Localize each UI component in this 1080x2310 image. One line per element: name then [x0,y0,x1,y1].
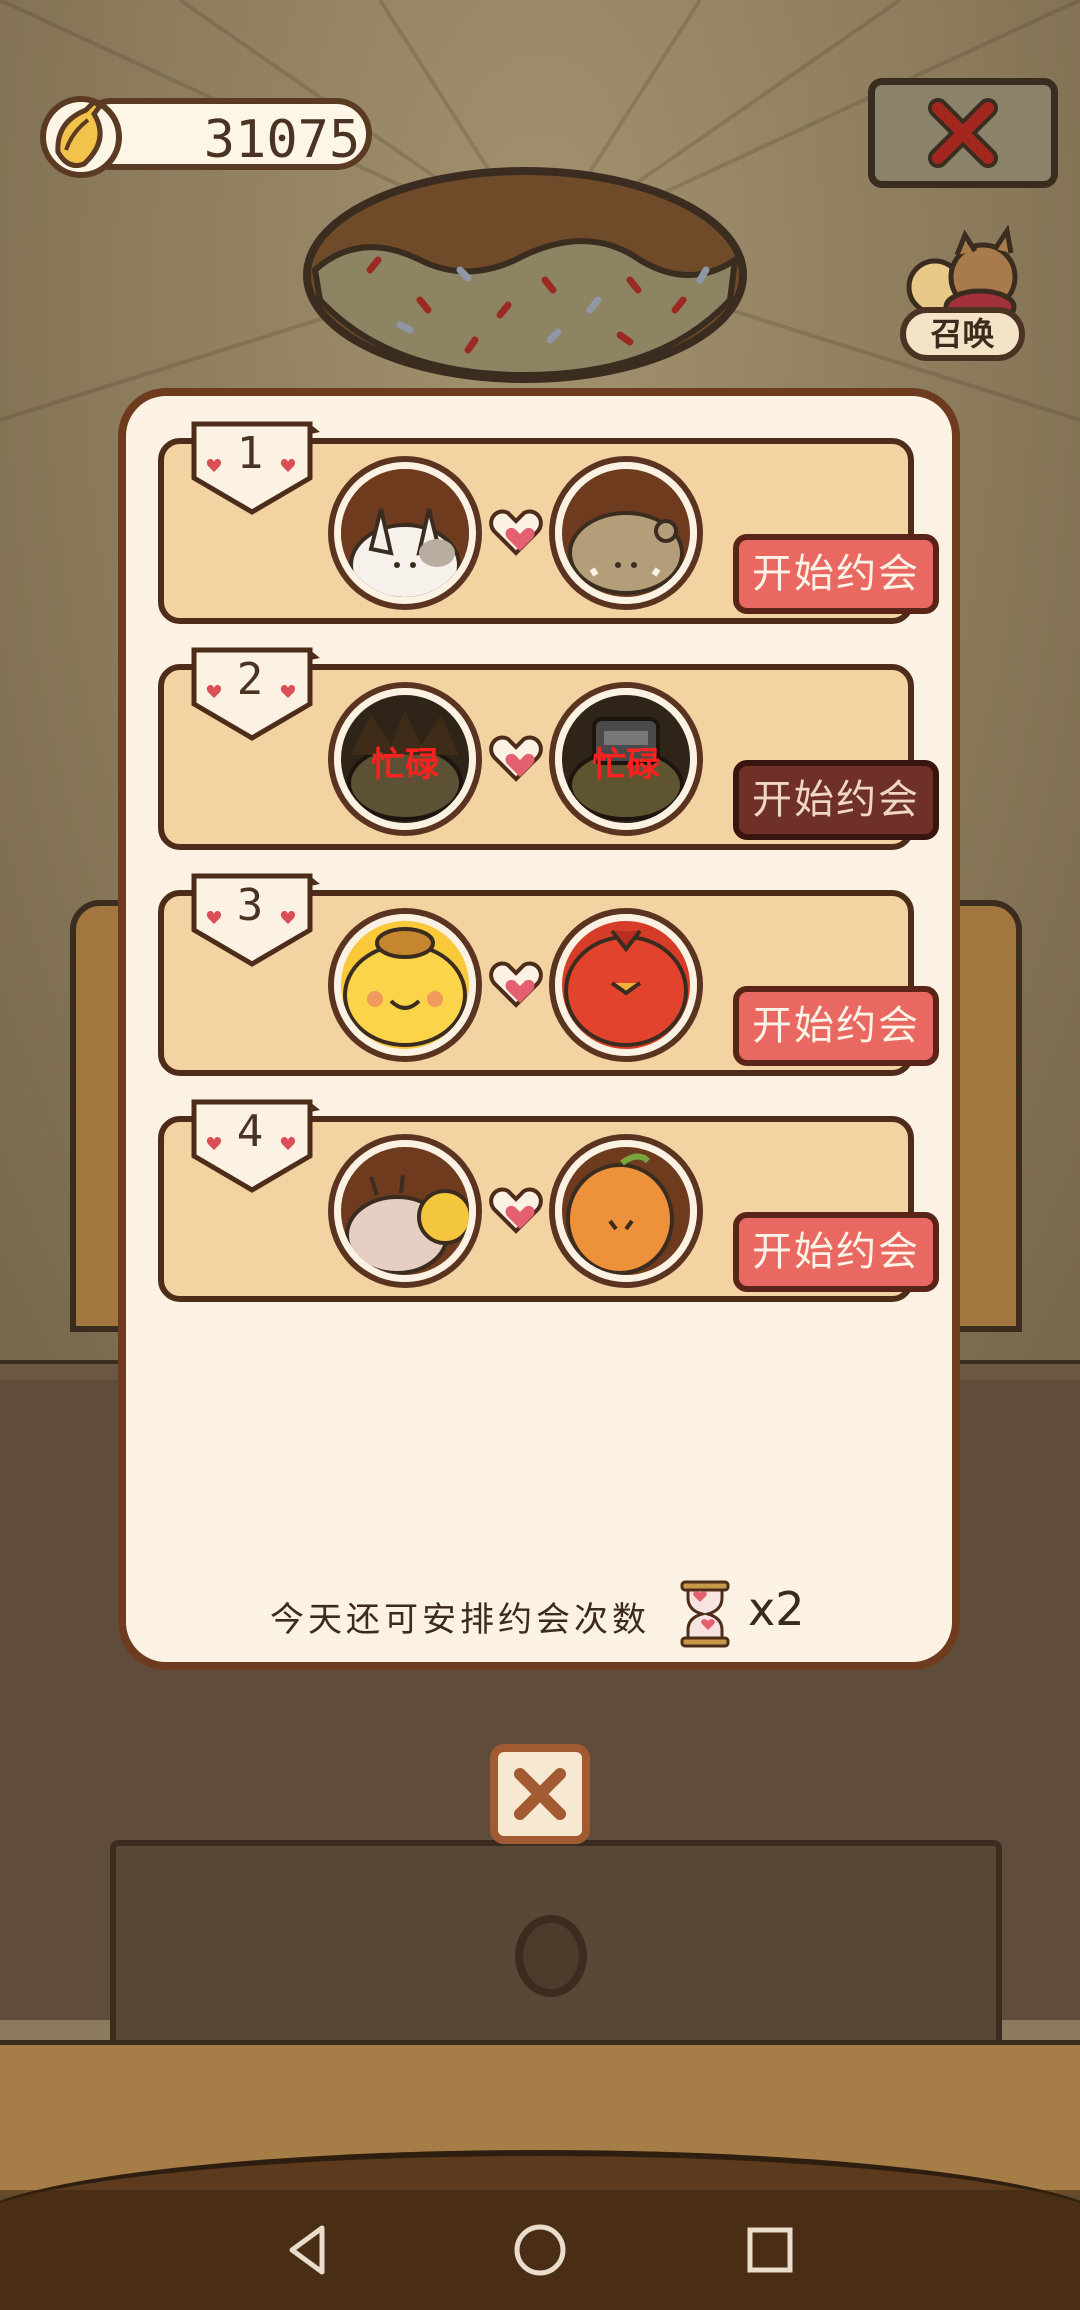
remaining-dates-label: 今天还可安排约会次数 [270,1600,650,1640]
close-icon [514,1768,566,1820]
recent-apps-icon[interactable] [740,2220,800,2280]
remaining-dates-count: x2 [748,1582,805,1636]
start-date-button[interactable]: 开始约会 [733,534,939,614]
brown-blob-character [555,462,697,604]
start-date-button[interactable]: 开始约会 [733,986,939,1066]
drawer-knob [515,1915,587,1997]
banana-count: 31075 [203,110,361,170]
slot-number-badge: 1 [190,420,320,516]
heart-icon [489,1187,543,1234]
summon-label: 召唤 [900,307,1025,361]
banana-counter: 31075 [36,96,376,178]
red-bird-character [555,914,697,1056]
close-icon [928,98,998,168]
slot-number-badge: 3 [190,872,320,968]
slot-number: 2 [236,654,264,705]
close-button[interactable] [868,78,1058,188]
start-date-button[interactable]: 开始约会 [733,1212,939,1292]
slot-number: 4 [236,1106,264,1157]
busy-label: 忙碌 [592,745,660,785]
yellow-chick-character [334,914,476,1056]
summon-button[interactable]: 召唤 [895,225,1030,365]
robot-character: 忙碌 [555,688,697,830]
snail-character [334,1140,476,1282]
start-date-button[interactable]: 开始约会 [733,760,939,840]
orange-fruit-character [555,1140,697,1282]
busy-label: 忙碌 [371,745,439,785]
heart-icon [489,961,543,1008]
heart-icon [489,509,543,556]
white-bunny-character [334,462,476,604]
slot-number-badge: 4 [190,1098,320,1194]
home-icon[interactable] [510,2220,570,2280]
spiky-hair-character: 忙碌 [334,688,476,830]
heart-icon [489,735,543,782]
banana-icon [40,96,122,178]
hourglass-icon [680,1580,730,1648]
slot-number: 1 [236,428,264,479]
slot-number-badge: 2 [190,646,320,742]
slot-number: 3 [236,880,264,931]
close-panel-button[interactable] [490,1744,590,1844]
back-icon[interactable] [278,2220,338,2280]
system-navigation-bar [0,2190,1080,2310]
donut-lamp [303,167,747,383]
